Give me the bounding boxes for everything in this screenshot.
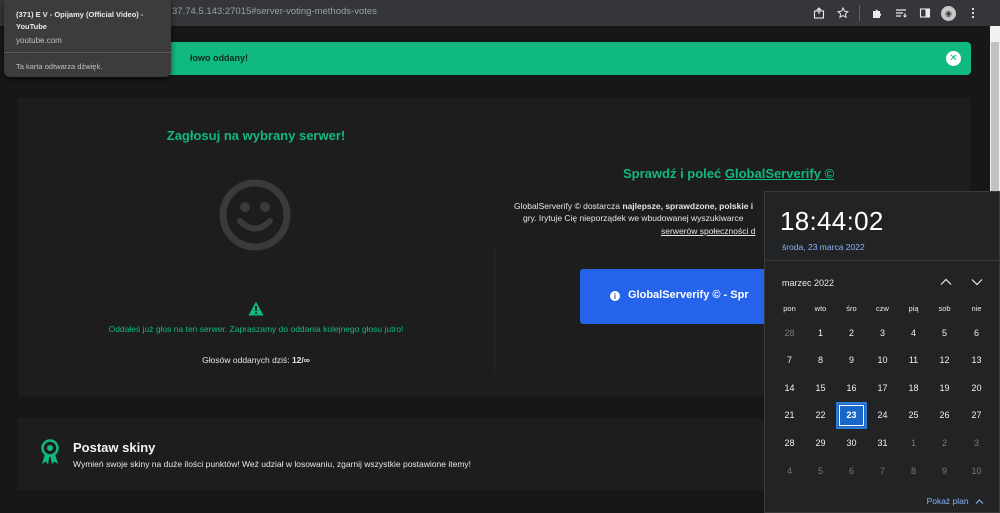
calendar-weekday: nie <box>971 304 982 313</box>
smiley-face-icon <box>219 179 291 251</box>
votes-today-value: 12/∞ <box>291 355 310 365</box>
globalserverify-button-label: GlobalServerify © - Spr <box>628 289 749 301</box>
calendar-day[interactable]: 14 <box>774 374 805 401</box>
calendar-weekday: śro <box>846 304 857 313</box>
clock-time: 18:44:02 <box>780 206 884 236</box>
calendar-day[interactable]: 9 <box>929 457 960 484</box>
calendar-weekday: czw <box>876 304 889 313</box>
chevron-up-icon[interactable] <box>939 275 953 289</box>
globalserverify-heading: Sprawdź i poleć GlobalServerify © <box>623 166 834 181</box>
skins-title: Postaw skiny <box>73 440 156 455</box>
calendar-weekday: wto <box>814 304 827 313</box>
calendar-day[interactable]: 13 <box>961 347 992 374</box>
tab-hover-title: (371) E V - Opijamy (Official Video) - Y… <box>16 10 144 31</box>
globalserverify-desc-line1: GlobalServerify © dostarcza najlepsze, s… <box>514 201 753 211</box>
calendar-day[interactable]: 30 <box>836 429 867 456</box>
calendar-day[interactable]: 22 <box>805 402 836 429</box>
bookmark-star-icon[interactable] <box>835 6 850 21</box>
globalserverify-heading-prefix: Sprawdź i poleć <box>623 166 722 181</box>
globalserverify-desc-line2: gry. Irytuje Cię nieporządek we wbudowan… <box>523 213 744 223</box>
calendar-day[interactable]: 5 <box>929 319 960 346</box>
calendar-day[interactable]: 31 <box>867 429 898 456</box>
calendar-weekday: pon <box>783 304 796 313</box>
calendar-day[interactable]: 18 <box>898 374 929 401</box>
tab-hover-card: (371) E V - Opijamy (Official Video) - Y… <box>4 0 171 77</box>
calendar-day[interactable]: 10 <box>961 457 992 484</box>
calendar-day[interactable]: 23 <box>836 401 867 429</box>
menu-dots-icon[interactable] <box>965 6 980 21</box>
skins-description: Wymień swoje skiny na duże ilości punktó… <box>73 459 472 469</box>
chevron-down-icon[interactable] <box>970 275 984 289</box>
calendar-day[interactable]: 1 <box>805 319 836 346</box>
calendar-day[interactable]: 2 <box>836 319 867 346</box>
alert-message: łowo oddany! <box>190 53 248 63</box>
award-ribbon-icon <box>41 439 59 465</box>
calendar-day[interactable]: 6 <box>961 319 992 346</box>
calendar-day[interactable]: 11 <box>898 347 929 374</box>
extensions-icon[interactable] <box>869 6 884 21</box>
calendar-day[interactable]: 20 <box>961 374 992 401</box>
calendar-day[interactable]: 19 <box>929 374 960 401</box>
calendar-day[interactable]: 4 <box>898 319 929 346</box>
calendar-day[interactable]: 3 <box>867 319 898 346</box>
calendar-day[interactable]: 27 <box>961 402 992 429</box>
toolbar-separator <box>859 5 860 21</box>
warning-icon <box>248 301 264 316</box>
clock-date[interactable]: środa, 23 marca 2022 <box>782 242 865 252</box>
calendar-weekday: sob <box>938 304 951 313</box>
address-bar-url[interactable]: 37.74.5.143:27015#server-voting-methods-… <box>172 6 377 17</box>
calendar-day[interactable]: 7 <box>867 457 898 484</box>
calendar-flyout: 18:44:02 środa, 23 marca 2022 marzec 202… <box>764 191 1000 513</box>
globalserverify-desc-prefix: GlobalServerify © dostarcza <box>514 201 620 211</box>
info-icon: i <box>610 291 620 301</box>
calendar-day[interactable]: 9 <box>836 347 867 374</box>
calendar-day[interactable]: 21 <box>774 402 805 429</box>
calendar-day[interactable]: 25 <box>898 402 929 429</box>
show-plan-label: Pokaż plan <box>926 496 969 506</box>
tab-hover-separator <box>4 52 171 53</box>
tab-hover-domain: youtube.com <box>16 36 62 45</box>
calendar-weekday: pią <box>908 304 919 313</box>
already-voted-message: Oddałeś już głos na ten serwer. Zaprasza… <box>108 324 404 334</box>
calendar-day[interactable]: 6 <box>836 457 867 484</box>
calendar-day[interactable]: 17 <box>867 374 898 401</box>
calendar-day[interactable]: 16 <box>836 374 867 401</box>
globalserverify-desc-link[interactable]: serwerów społeczności d <box>661 226 755 236</box>
calendar-day[interactable]: 12 <box>929 347 960 374</box>
globalserverify-desc-bold: najlepsze, sprawdzone, polskie i <box>622 201 754 211</box>
globalserverify-heading-link[interactable]: GlobalServerify © <box>725 166 834 181</box>
share-icon[interactable] <box>811 6 826 21</box>
votes-today: Głosów oddanych dziś: 12/∞ <box>18 355 494 365</box>
vote-title: Zagłosuj na wybrany serwer! <box>166 128 346 143</box>
show-plan-link[interactable]: Pokaż plan <box>927 496 984 506</box>
calendar-day[interactable]: 10 <box>867 347 898 374</box>
side-panel-icon[interactable] <box>917 6 932 21</box>
screen: 37.74.5.143:27015#server-voting-methods-… <box>0 0 1000 513</box>
calendar-day[interactable]: 1 <box>898 429 929 456</box>
calendar-day[interactable]: 8 <box>898 457 929 484</box>
calendar-day[interactable]: 3 <box>961 429 992 456</box>
close-icon[interactable]: ✕ <box>946 51 961 66</box>
toolbar-icons: ◉ <box>811 5 980 21</box>
chevron-up-small-icon <box>975 499 984 505</box>
calendar-day[interactable]: 15 <box>805 374 836 401</box>
calendar-day[interactable]: 28 <box>774 429 805 456</box>
calendar-day[interactable]: 26 <box>929 402 960 429</box>
votes-today-label: Głosów oddanych dziś: <box>202 355 290 365</box>
calendar-month[interactable]: marzec 2022 <box>782 278 834 288</box>
calendar-day[interactable]: 8 <box>805 347 836 374</box>
reading-list-icon[interactable] <box>893 6 908 21</box>
calendar-day[interactable]: 28 <box>774 319 805 346</box>
profile-avatar-icon[interactable]: ◉ <box>941 5 956 21</box>
scrollbar-thumb[interactable] <box>991 42 999 202</box>
calendar-day[interactable]: 2 <box>929 429 960 456</box>
calendar-day[interactable]: 5 <box>805 457 836 484</box>
column-divider <box>494 248 495 373</box>
calendar-day[interactable]: 4 <box>774 457 805 484</box>
calendar-day[interactable]: 7 <box>774 347 805 374</box>
calendar-separator <box>765 260 1000 261</box>
calendar-day[interactable]: 29 <box>805 429 836 456</box>
tab-hover-audio-note: Ta karta odtwarza dźwięk. <box>16 62 103 71</box>
calendar-day[interactable]: 24 <box>867 402 898 429</box>
